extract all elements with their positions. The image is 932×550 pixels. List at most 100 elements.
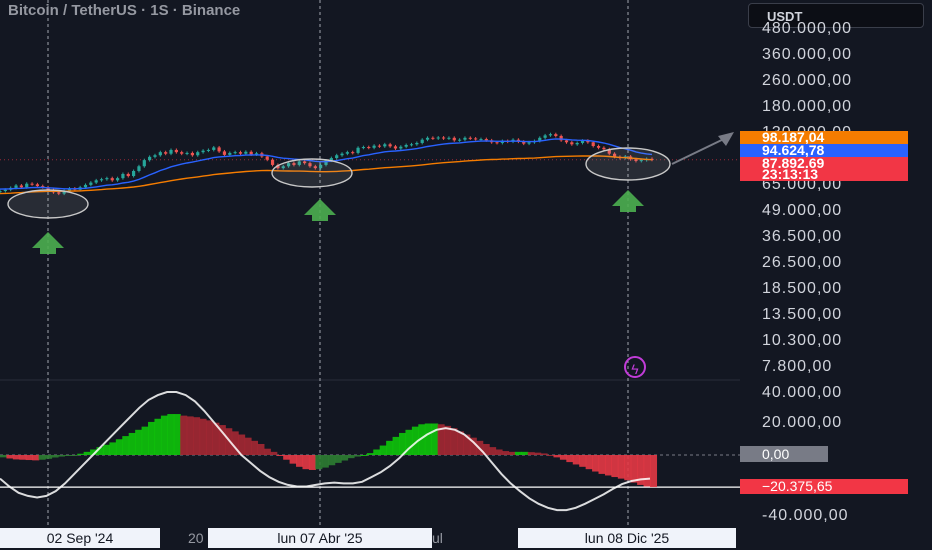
- macd-histogram-bar: [276, 455, 284, 456]
- candle-body: [458, 139, 462, 141]
- ema-slow-price-tag: 98.187,04: [740, 131, 908, 144]
- macd-histogram-bar: [553, 455, 561, 458]
- macd-zero-tag: 0,00: [740, 446, 828, 462]
- macd-histogram-bar: [167, 414, 175, 455]
- chart-title: Bitcoin / TetherUS · 1S · Binance: [8, 2, 241, 19]
- macd-histogram-bar: [25, 455, 33, 461]
- macd-histogram-bar: [534, 452, 542, 455]
- highlight-circle: [585, 147, 671, 181]
- candle-body: [596, 146, 601, 148]
- candle-body: [185, 152, 189, 154]
- candle-body: [474, 138, 478, 140]
- macd-histogram-bar: [51, 455, 59, 458]
- price-axis-tick: 13.500,00: [762, 306, 843, 323]
- macd-histogram-bar: [527, 452, 535, 455]
- macd-histogram-bar: [77, 453, 85, 455]
- macd-histogram-bar: [109, 442, 117, 455]
- macd-histogram-bar: [598, 455, 606, 474]
- macd-histogram-bar: [289, 455, 297, 464]
- macd-histogram-bar: [604, 455, 612, 476]
- lightning-icon[interactable]: ϟ: [624, 356, 646, 378]
- candle-body: [249, 151, 253, 155]
- macd-histogram-bar: [38, 455, 46, 460]
- macd-histogram-bar: [341, 455, 349, 461]
- candle-body: [361, 147, 366, 149]
- macd-histogram-bar: [128, 432, 136, 455]
- candle-body: [591, 142, 595, 147]
- macd-histogram-bar: [366, 453, 374, 455]
- candle-body: [495, 142, 499, 144]
- macd-histogram-bar: [160, 415, 168, 455]
- candle-body: [35, 184, 40, 187]
- candle-body: [436, 137, 440, 139]
- candle-body: [527, 142, 531, 144]
- macd-histogram-bar: [45, 455, 53, 459]
- macd-histogram-bar: [6, 455, 14, 459]
- candle-body: [554, 134, 558, 136]
- macd-histogram-bar: [386, 440, 394, 455]
- macd-histogram-bar: [154, 418, 162, 455]
- candle-body: [25, 183, 29, 188]
- candle-body: [110, 178, 114, 181]
- macd-histogram-bar: [57, 455, 65, 457]
- candle-body: [377, 145, 382, 147]
- macd-histogram-bar: [624, 455, 632, 481]
- candle-body: [169, 149, 173, 154]
- macd-histogram-bar: [444, 425, 452, 455]
- macd-histogram-bar: [173, 414, 181, 455]
- price-axis-tick: 180.000,00: [762, 98, 853, 115]
- candle-body: [115, 178, 120, 181]
- macd-histogram-bar: [379, 445, 387, 455]
- candle-body: [404, 144, 408, 147]
- candle-body: [575, 142, 579, 145]
- candle-body: [564, 140, 569, 143]
- candle-body: [431, 137, 435, 139]
- macd-histogram-bar: [135, 429, 143, 455]
- macd-histogram-bar: [244, 437, 252, 455]
- candle-body: [137, 166, 141, 171]
- macd-histogram-bar: [559, 455, 567, 460]
- candle-body: [415, 142, 419, 145]
- candle-body: [212, 147, 216, 150]
- macd-histogram-bar: [180, 415, 188, 455]
- candle-body: [83, 184, 88, 188]
- up-arrow-icon: [32, 232, 64, 254]
- macd-histogram-bar: [186, 416, 194, 455]
- candle-body: [126, 173, 130, 177]
- highlight-circle: [271, 158, 353, 188]
- candle-body: [351, 152, 355, 154]
- highlight-circle: [7, 189, 89, 219]
- macd-histogram-bar: [257, 443, 265, 455]
- macd-histogram-bar: [585, 455, 593, 470]
- candle-body: [270, 159, 275, 165]
- chart-stage[interactable]: Bitcoin / TetherUS · 1S · Binance USDT 4…: [0, 0, 932, 550]
- macd-histogram-bar: [328, 455, 336, 466]
- candle-body: [468, 137, 472, 139]
- macd-histogram-bar: [334, 455, 342, 463]
- candle-body: [14, 185, 18, 188]
- candle-body: [356, 147, 360, 153]
- candle-body: [3, 189, 7, 192]
- countdown-tag: 23:13:13: [740, 168, 908, 181]
- price-axis-tick: 360.000,00: [762, 46, 853, 63]
- macd-histogram-bar: [102, 444, 111, 455]
- candle-body: [388, 144, 392, 147]
- macd-histogram-bar: [514, 451, 522, 455]
- candle-body: [409, 144, 414, 146]
- candle-body: [602, 147, 606, 150]
- macd-histogram-bar: [566, 455, 574, 463]
- macd-histogram-bar: [547, 455, 555, 456]
- price-axis-tick: 260.000,00: [762, 72, 853, 89]
- macd-axis-tick: 40.000,00: [762, 384, 843, 401]
- candle-body: [447, 137, 451, 139]
- candle-body: [244, 151, 248, 154]
- up-arrow-icon: [612, 190, 644, 212]
- macd-histogram-bar: [521, 451, 529, 455]
- candle-body: [543, 135, 547, 138]
- candle-body: [89, 182, 93, 185]
- macd-histogram-bar: [270, 451, 278, 455]
- macd-signal-line: [0, 391, 651, 512]
- time-axis-date-tag: lun 08 Dic '25: [518, 528, 736, 548]
- macd-histogram-bar: [0, 455, 8, 458]
- candle-body: [425, 137, 430, 140]
